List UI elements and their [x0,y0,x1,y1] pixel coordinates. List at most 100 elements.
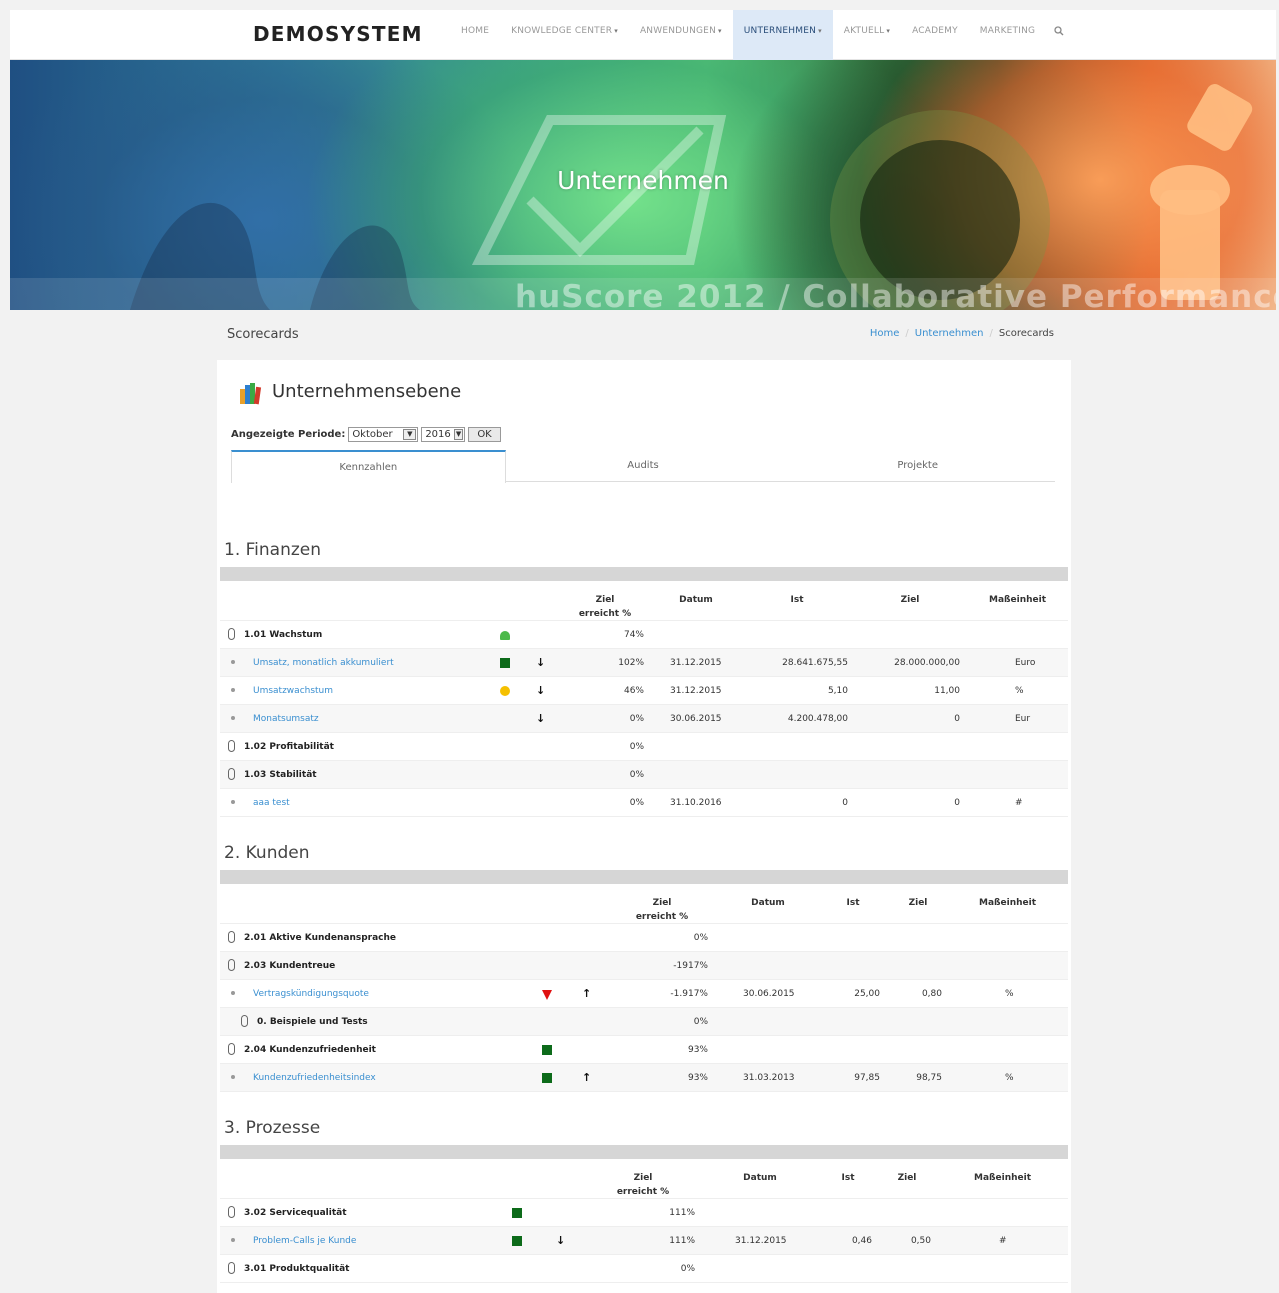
year-select[interactable]: 2016 ▼ [421,427,466,442]
cell-ziel: 0,80 [921,989,942,999]
kpi-link[interactable]: Monatsumsatz [253,714,319,724]
period-selector: Angezeigte Periode: Oktober ▼ 2016 ▼ OK [231,427,501,442]
nav-aktuell[interactable]: AKTUELL ▾ [833,10,901,60]
header-ziel: Ziel [900,595,920,605]
table-row: 3.01 Produktqualität 0% [220,1255,1068,1283]
month-select[interactable]: Oktober ▼ [348,427,419,442]
section-bar [220,1145,1068,1159]
cell-ziel-erreicht: 0% [693,1017,708,1027]
header-ist: Ist [790,595,804,605]
navbar: DEMOSYSTEM HOME KNOWLEDGE CENTER ▾ ANWEND… [10,10,1276,60]
header-ziel-erreicht: Ziel erreicht % [616,1173,670,1197]
bullet-icon [231,991,235,995]
cell-ziel-erreicht: 111% [669,1236,695,1246]
kpi-group-label: 1.01 Wachstum [244,630,323,640]
kpi-link[interactable]: Umsatzwachstum [253,686,333,696]
paperclip-icon[interactable] [228,740,235,752]
cell-ziel-erreicht: 0% [680,1264,695,1274]
header-ziel: Ziel [908,898,928,908]
search-icon[interactable] [1046,10,1072,60]
nav-marketing[interactable]: MARKETING [969,10,1046,60]
kpi-group-label: 2.03 Kundentreue [244,961,336,971]
status-green-square-icon [542,1045,552,1055]
table-row: 1.02 Profitabilität 0% [220,733,1068,761]
kpi-group-label: 3.01 Produktqualität [244,1264,350,1274]
cell-ziel: 11,00 [934,686,960,696]
table-header: Ziel erreicht % Datum Ist Ziel Maßeinheit [220,884,1068,924]
cell-datum: 30.06.2015 [743,989,795,999]
breadcrumb-unternehmen[interactable]: Unternehmen [915,328,984,339]
nav-anwendungen[interactable]: ANWENDUNGEN ▾ [629,10,733,60]
cell-ist: 25,00 [854,989,880,999]
kpi-link[interactable]: aaa test [253,798,290,808]
status-green-square-icon [512,1208,522,1218]
cell-ist: 5,10 [827,686,848,696]
status-red-triangle-icon [542,990,552,1000]
cell-datum: 31.10.2016 [670,798,722,808]
paperclip-icon[interactable] [228,768,235,780]
paperclip-icon[interactable] [228,959,235,971]
table-row: Vertragskündigungsquote ↑ -1.917% 30.06.201… [220,980,1068,1008]
paperclip-icon[interactable] [228,931,235,943]
paperclip-icon[interactable] [228,1043,235,1055]
cell-ziel-erreicht: -1917% [673,961,708,971]
table-row: 3.02 Servicequalität 111% [220,1199,1068,1227]
breadcrumb-separator: / [989,328,993,339]
table-row: 2.03 Kundentreue -1917% [220,952,1068,980]
paperclip-icon[interactable] [228,1206,235,1218]
header-datum: Datum [751,898,785,908]
caret-down-icon: ▾ [886,27,891,35]
paperclip-icon[interactable] [228,628,235,640]
cell-ist: 0,46 [851,1236,872,1246]
kpi-link[interactable]: Vertragskündigungsquote [253,989,369,999]
nav-home[interactable]: HOME [450,10,500,60]
cell-masseinheit: Euro [1015,658,1036,668]
nav-knowledge-center[interactable]: KNOWLEDGE CENTER ▾ [500,10,629,60]
header-ziel-erreicht: Ziel erreicht % [578,595,632,619]
paperclip-icon[interactable] [228,1262,235,1274]
nav-unternehmen[interactable]: UNTERNEHMEN ▾ [732,10,833,60]
table-body: 3.02 Servicequalität 111% Problem-Calls je… [220,1199,1068,1283]
kpi-group-label: 3.02 Servicequalität [244,1208,347,1218]
bullet-icon [231,800,235,804]
tabs: Kennzahlen Audits Projekte [231,450,1055,483]
nav-unternehmen-label: UNTERNEHMEN [743,26,817,36]
breadcrumb-home[interactable]: Home [870,328,900,339]
kpi-link[interactable]: Umsatz, monatlich akkumuliert [253,658,394,668]
chevron-down-icon: ▼ [403,429,417,440]
kpi-table: Ziel erreicht % Datum Ist Ziel Maßeinheit… [220,1159,1068,1283]
cell-ziel-erreicht: 0% [629,798,644,808]
header-ist: Ist [841,1173,855,1183]
bullet-icon [231,1075,235,1079]
cell-masseinheit: % [1015,686,1024,696]
breadcrumb-separator: / [905,328,909,339]
hero-watermark: huScore 2012 / Collaborative Performance… [515,279,1276,310]
kpi-group-label: 2.01 Aktive Kundenansprache [244,933,397,943]
cell-masseinheit: Eur [1015,714,1031,724]
table-body: 1.01 Wachstum 74% Umsatz, monatlich akkumu… [220,621,1068,817]
tab-projekte[interactable]: Projekte [780,450,1055,482]
hero-title: Unternehmen [557,166,729,195]
tab-kennzahlen[interactable]: Kennzahlen [231,450,506,483]
tab-audits[interactable]: Audits [506,450,781,482]
nav-academy[interactable]: ACADEMY [901,10,969,60]
cell-ziel-erreicht: 0% [629,770,644,780]
brand-logo[interactable]: DEMOSYSTEM [253,22,423,46]
kpi-link[interactable]: Kundenzufriedenheitsindex [253,1073,376,1083]
cell-ist: 97,85 [854,1073,880,1083]
paperclip-icon[interactable] [241,1015,248,1027]
cell-ziel: 0,50 [910,1236,931,1246]
cell-masseinheit: # [999,1236,1007,1246]
status-yellow-circle-icon [500,686,510,696]
period-label: Angezeigte Periode: [231,429,346,440]
kpi-link[interactable]: Problem-Calls je Kunde [253,1236,356,1246]
kpi-group-label: 1.03 Stabilität [244,770,317,780]
kpi-group-label: 2.04 Kundenzufriedenheit [244,1045,376,1055]
arrow-up-icon: ↑ [582,1071,592,1084]
table-header: Ziel erreicht % Datum Ist Ziel Maßeinheit [220,581,1068,621]
chevron-down-icon: ▼ [453,429,464,440]
section-title: 1. Finanzen [224,540,322,560]
ok-button[interactable]: OK [468,427,501,442]
status-green-square-icon [512,1236,522,1246]
cell-masseinheit: # [1015,798,1023,808]
